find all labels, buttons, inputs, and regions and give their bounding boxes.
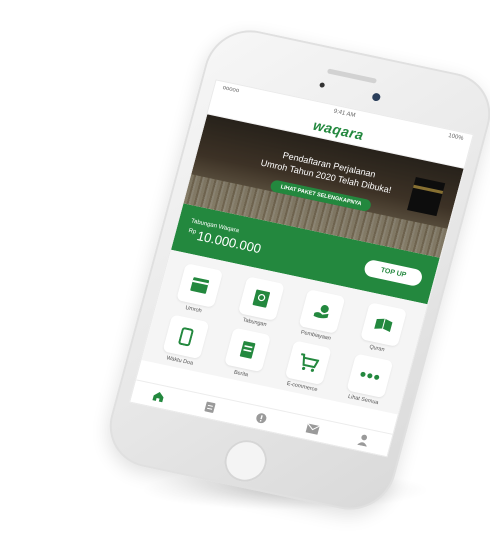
service-savings[interactable]: Tabungan — [225, 274, 294, 332]
home-icon[interactable] — [150, 388, 167, 404]
umroh-icon — [176, 263, 224, 308]
service-label: Tabungan — [241, 317, 268, 329]
service-prayer-time[interactable]: Waktu Doa — [150, 312, 219, 370]
mail-icon[interactable] — [304, 421, 321, 437]
service-quran[interactable]: Quran — [347, 300, 416, 358]
front-camera — [371, 92, 382, 102]
service-label: Berita — [233, 369, 249, 379]
earpiece-speaker — [326, 68, 378, 84]
service-financing[interactable]: Pembiayaan — [286, 287, 355, 345]
help-icon[interactable] — [253, 410, 270, 426]
more-icon — [346, 353, 394, 399]
phone-device: ooooo ⁠ 9:41 AM 100% waqara Pendaftaran … — [99, 22, 490, 518]
proximity-sensor — [319, 82, 326, 89]
profile-icon[interactable] — [355, 432, 372, 448]
service-umroh[interactable]: Umroh — [164, 261, 233, 319]
news-icon — [223, 327, 271, 373]
prayer-time-icon — [162, 314, 210, 360]
financing-icon — [298, 289, 346, 334]
balance-info: Tabungan Waqara Rp 10.000.000 — [186, 218, 265, 256]
service-news[interactable]: Berita — [211, 325, 280, 383]
balance-currency: Rp — [187, 227, 197, 235]
service-label: Quran — [368, 344, 386, 354]
battery-level: 100% — [447, 132, 465, 142]
list-icon[interactable] — [201, 399, 218, 415]
carrier-signal: ooooo ⁠ — [221, 85, 242, 95]
quran-icon — [359, 302, 407, 347]
app-screen: ooooo ⁠ 9:41 AM 100% waqara Pendaftaran … — [129, 79, 474, 458]
service-ecommerce[interactable]: E-commerce — [273, 338, 342, 396]
savings-icon — [237, 276, 285, 321]
hardware-home-button[interactable] — [219, 436, 272, 486]
top-up-button[interactable]: TOP UP — [363, 258, 424, 287]
service-see-all[interactable]: Lihat Semua — [334, 351, 403, 409]
stage: ooooo ⁠ 9:41 AM 100% waqara Pendaftaran … — [0, 0, 490, 534]
service-label: Umroh — [184, 305, 203, 315]
cart-icon — [284, 340, 332, 386]
